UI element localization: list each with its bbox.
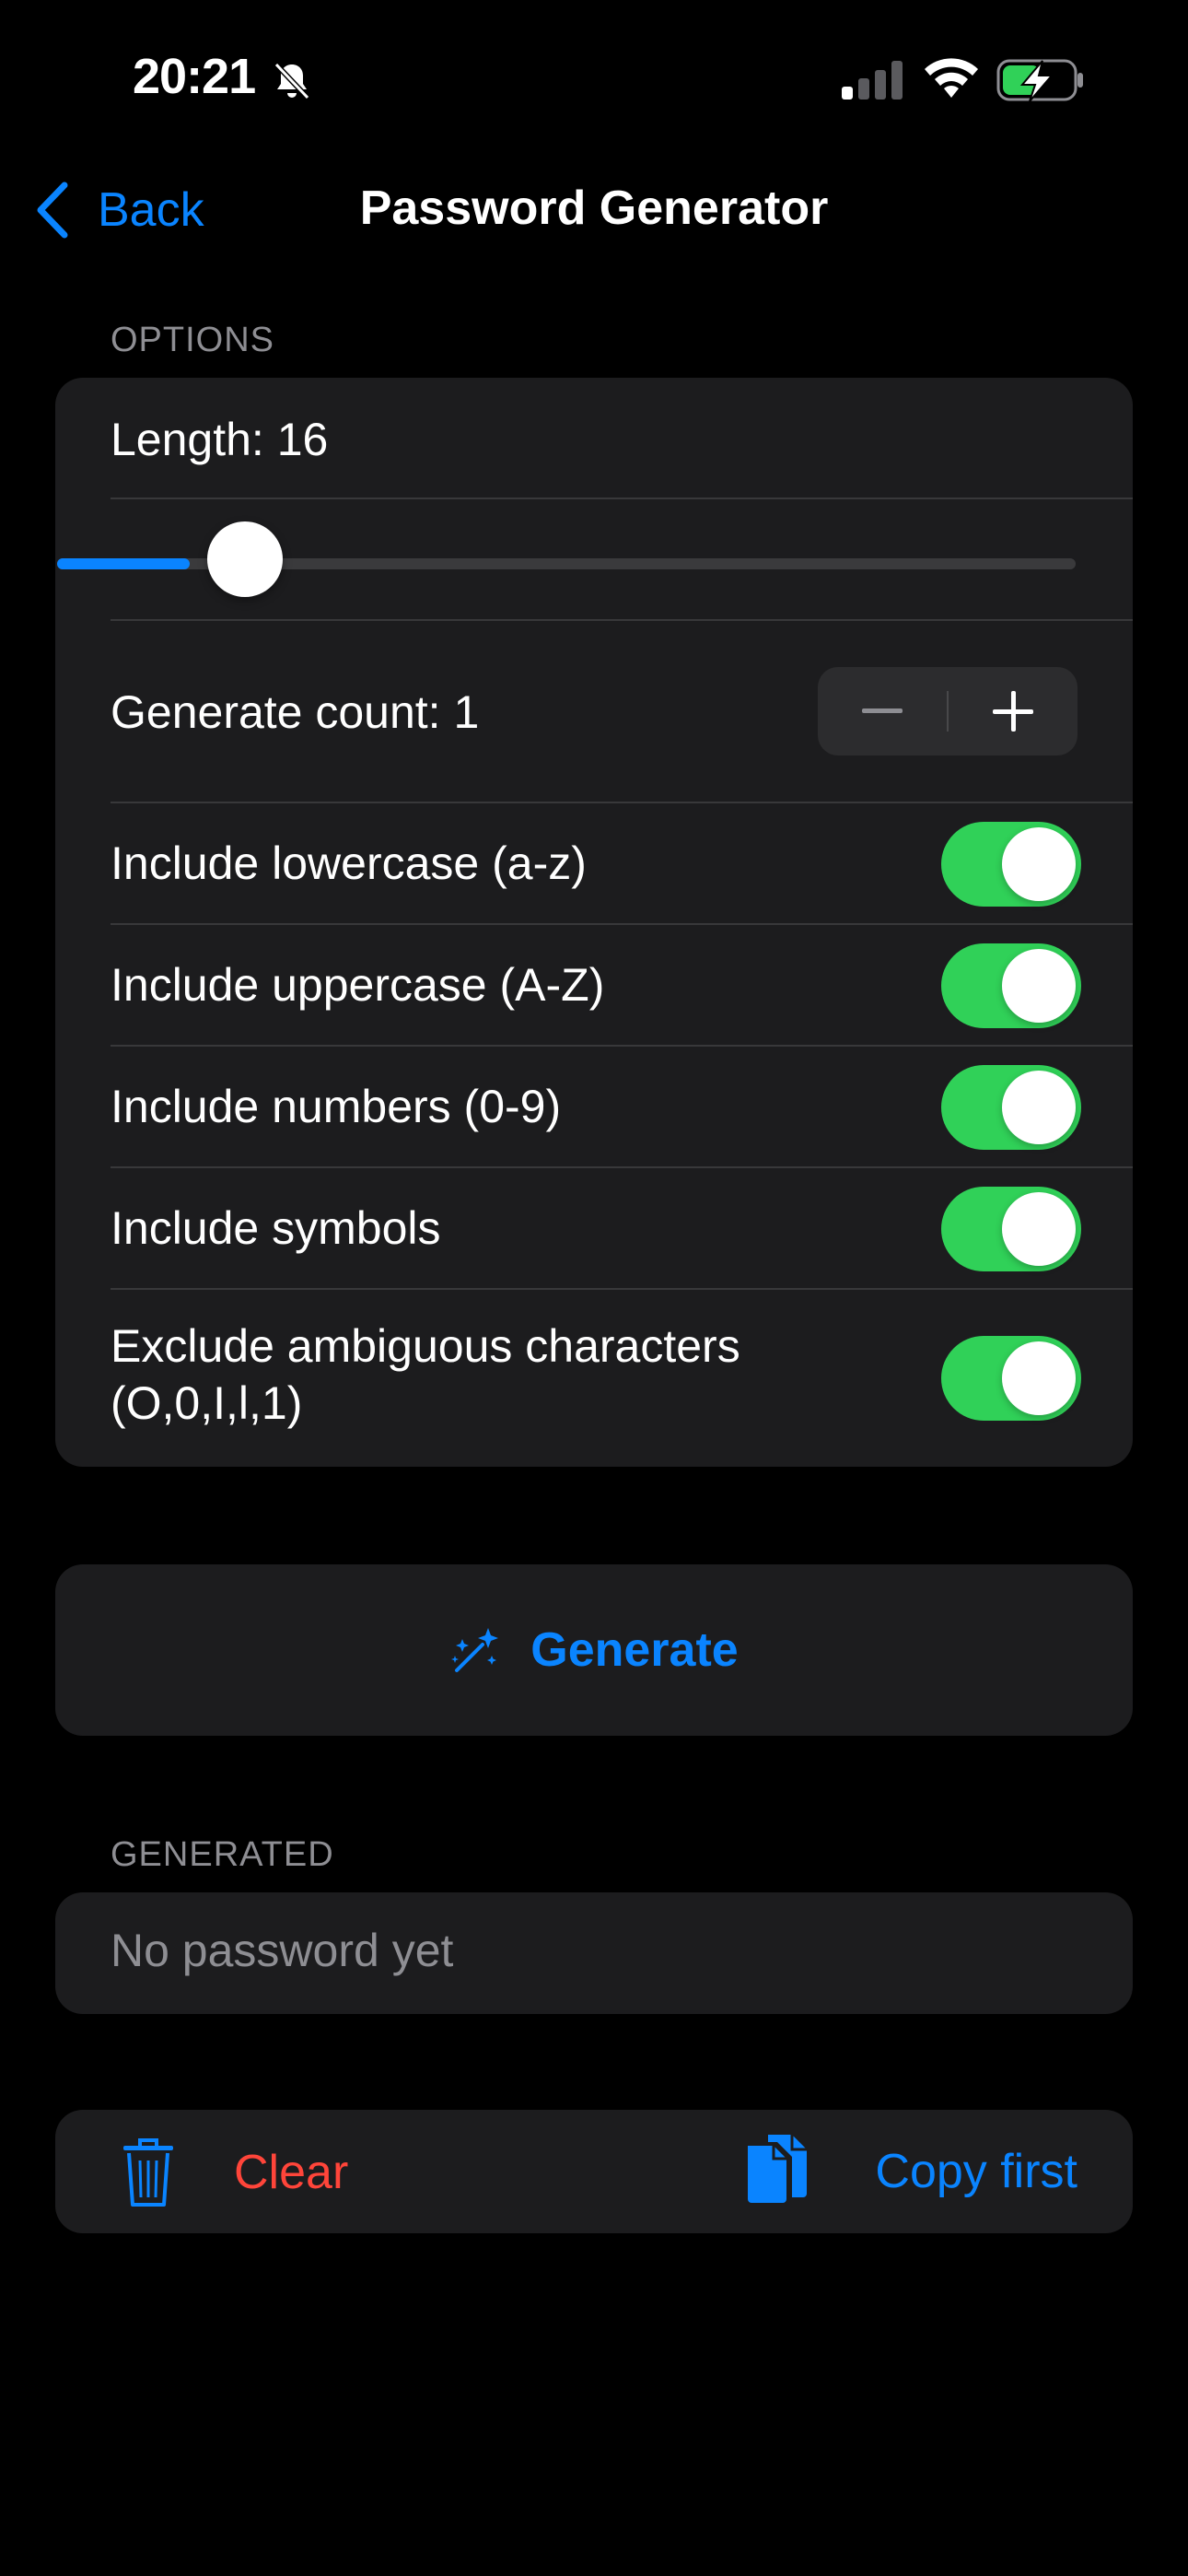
length-slider-fill: [57, 558, 190, 569]
cellular-signal-icon: [842, 61, 903, 100]
copy-first-button[interactable]: Copy first: [744, 2130, 1077, 2213]
generated-placeholder: No password yet: [111, 1925, 454, 1976]
length-slider-thumb[interactable]: [206, 521, 283, 597]
toggle-label-ambiguous: Exclude ambiguous characters (O,0,I,l,1): [111, 1317, 740, 1432]
clear-label: Clear: [234, 2146, 349, 2199]
toggle-knob: [1002, 827, 1076, 901]
generate-count-stepper: [818, 667, 1077, 755]
status-time: 20:21: [133, 49, 256, 104]
magic-wand-icon: [451, 1628, 499, 1672]
length-label: Length: 16: [111, 414, 329, 465]
toggle-label: Include symbols: [111, 1202, 441, 1254]
toggle-ambiguous[interactable]: [941, 1336, 1081, 1421]
battery-charging-icon: [996, 59, 1083, 102]
password-generator-screen: 20:21 Back Password Generator OPTIONS Le…: [0, 0, 1188, 2576]
toggle-label-line1: Exclude ambiguous characters: [111, 1320, 740, 1372]
trash-icon: [123, 2138, 173, 2207]
toggle-knob: [1002, 1071, 1076, 1144]
toggle-symbols[interactable]: [941, 1187, 1081, 1271]
generate-label: Generate: [530, 1623, 739, 1677]
toggle-numbers[interactable]: [941, 1065, 1081, 1150]
page-title: Password Generator: [359, 181, 829, 235]
wifi-icon: [925, 58, 978, 98]
status-bar: 20:21: [0, 0, 1188, 157]
toggle-uppercase[interactable]: [941, 943, 1081, 1028]
minus-icon: [862, 708, 903, 713]
toggle-knob: [1002, 1192, 1076, 1266]
toggle-label: Include lowercase (a-z): [111, 837, 587, 889]
toggle-lowercase[interactable]: [941, 822, 1081, 907]
toggle-label: Include uppercase (A-Z): [111, 959, 605, 1011]
increment-button[interactable]: [949, 667, 1077, 755]
toggle-label: Include numbers (0-9): [111, 1081, 562, 1132]
options-header: OPTIONS: [111, 321, 275, 359]
plus-icon: [993, 691, 1033, 732]
length-row: Length: 16: [111, 378, 1133, 499]
toggle-knob: [1002, 1341, 1076, 1415]
generate-count-label: Generate count: 1: [111, 686, 480, 738]
actions-card: Clear Copy first: [55, 2110, 1133, 2233]
generated-output: No password yet: [55, 1892, 1133, 2014]
copy-documents-icon: [748, 2135, 808, 2203]
generate-button[interactable]: Generate: [55, 1564, 1133, 1736]
toggle-label-line2: (O,0,I,l,1): [111, 1377, 303, 1429]
bell-slash-icon: [274, 62, 310, 100]
copy-first-label: Copy first: [875, 2145, 1077, 2198]
decrement-button[interactable]: [818, 667, 947, 755]
toggle-knob: [1002, 949, 1076, 1023]
clear-button[interactable]: Clear: [120, 2136, 348, 2209]
generated-header: GENERATED: [111, 1835, 334, 1874]
